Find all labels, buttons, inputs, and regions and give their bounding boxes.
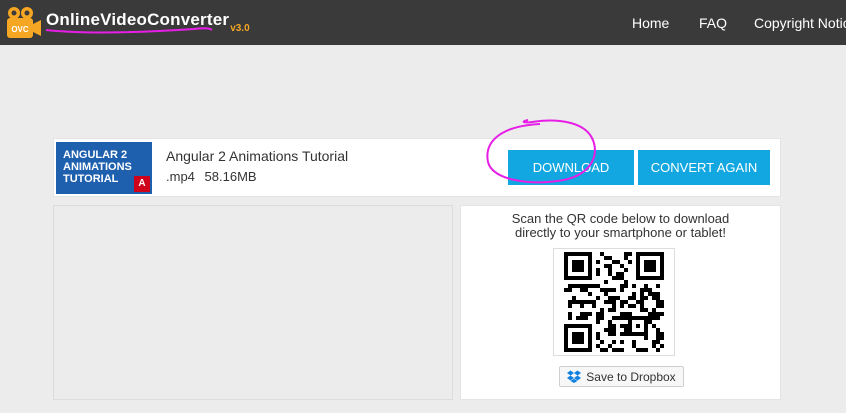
nav-home-link[interactable]: Home xyxy=(632,15,669,31)
qr-code-panel: Scan the QR code below to download direc… xyxy=(460,205,781,400)
nav-faq-link[interactable]: FAQ xyxy=(699,15,727,31)
dropbox-label: Save to Dropbox xyxy=(586,369,676,384)
angular-logo-icon: A xyxy=(134,176,150,192)
dropbox-icon xyxy=(567,370,582,383)
convert-again-button[interactable]: CONVERT AGAIN xyxy=(638,150,770,185)
annotation-underline xyxy=(45,27,213,34)
logo-version: v3.0 xyxy=(230,22,250,34)
video-preview-panel xyxy=(53,205,453,400)
nav-copyright-link[interactable]: Copyright Notic xyxy=(754,15,846,31)
thumbnail-line-1: Angular 2 xyxy=(63,149,128,161)
video-thumbnail: Angular 2 Animations Tutorial A xyxy=(56,142,152,194)
qr-code-image xyxy=(564,252,664,352)
film-camera-icon: OVC xyxy=(7,7,41,38)
thumbnail-caption: Angular 2 Animations Tutorial xyxy=(63,149,132,185)
qr-instructions: Scan the QR code below to download direc… xyxy=(461,212,780,240)
logo-badge-text: OVC xyxy=(11,25,29,34)
thumbnail-line-2: Animations xyxy=(63,161,132,173)
video-meta: .mp4 58.16MB xyxy=(166,169,257,184)
qr-instructions-line-2: directly to your smartphone or tablet! xyxy=(515,225,726,240)
thumbnail-line-3: Tutorial xyxy=(63,173,119,185)
save-to-dropbox-button[interactable]: Save to Dropbox xyxy=(559,366,684,387)
video-title: Angular 2 Animations Tutorial xyxy=(166,148,349,164)
top-navigation-bar: OVC OnlineVideoConverter v3.0 Home FAQ C… xyxy=(0,0,846,45)
video-format: .mp4 xyxy=(166,169,195,184)
qr-code xyxy=(553,248,675,356)
annotation-circle xyxy=(486,119,596,184)
conversion-result-card: Angular 2 Animations Tutorial A Angular … xyxy=(53,138,781,197)
video-size: 58.16MB xyxy=(204,169,257,184)
qr-instructions-line-1: Scan the QR code below to download xyxy=(511,211,730,226)
